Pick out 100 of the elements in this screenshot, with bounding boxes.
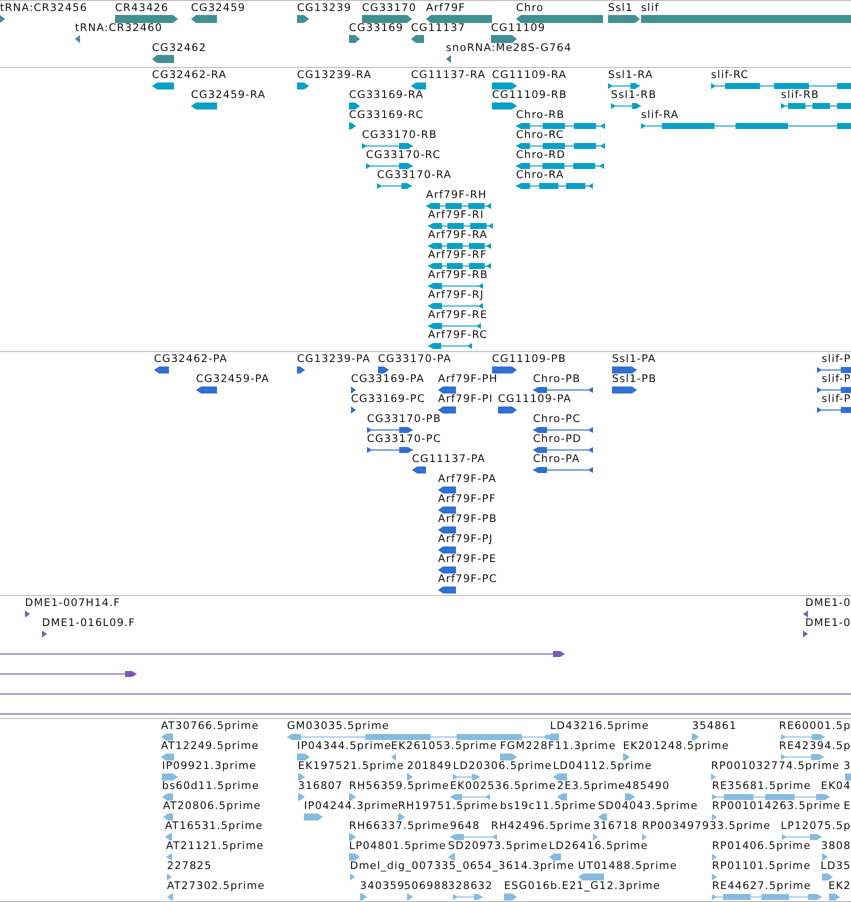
- feature-arrow-icon[interactable]: [492, 82, 517, 90]
- feature-arrow-icon[interactable]: [42, 630, 47, 638]
- feature-label: Arf79F-RC: [428, 329, 488, 341]
- feature-label: 227825: [167, 860, 212, 872]
- feature-label: 340359: [360, 880, 405, 892]
- feature-label: LP04801.5prime: [349, 840, 446, 852]
- feature-arrow-icon[interactable]: [349, 122, 356, 130]
- feature-arrow-icon[interactable]: [608, 15, 640, 23]
- feature-arrow-icon[interactable]: [817, 386, 851, 394]
- feature-arrow-icon[interactable]: [438, 546, 456, 554]
- feature-arrow-icon[interactable]: [426, 15, 492, 23]
- feature-arrow-icon[interactable]: [367, 446, 413, 454]
- feature-line[interactable]: [0, 670, 137, 678]
- feature-arrow-icon[interactable]: [438, 386, 456, 394]
- feature-arrow-icon[interactable]: [349, 35, 360, 43]
- feature-arrow-icon[interactable]: [516, 162, 604, 170]
- feature-arrow-icon[interactable]: [428, 222, 493, 230]
- feature-arrow-icon[interactable]: [297, 82, 309, 90]
- feature-arrow-icon[interactable]: [611, 102, 641, 110]
- feature-label: CG13239-RA: [297, 69, 372, 81]
- feature-arrow-icon[interactable]: [492, 366, 517, 374]
- feature-arrow-icon[interactable]: [351, 386, 356, 394]
- feature-arrow-icon[interactable]: [428, 342, 472, 350]
- feature-arrow-icon[interactable]: [428, 302, 483, 310]
- feature-arrow-icon[interactable]: [612, 366, 637, 374]
- feature-arrow-icon[interactable]: [367, 426, 413, 434]
- feature-arrow-icon[interactable]: [498, 406, 517, 414]
- feature-label: Arf79F-RF: [428, 249, 487, 261]
- feature-arrow-icon[interactable]: [612, 386, 637, 394]
- feature-arrow-icon[interactable]: [366, 162, 413, 170]
- feature-arrow-icon[interactable]: [428, 322, 481, 330]
- feature-arrow-icon[interactable]: [115, 15, 178, 23]
- feature-arrow-icon[interactable]: [297, 366, 305, 374]
- feature-arrow-icon[interactable]: [438, 586, 456, 594]
- feature-arrow-icon[interactable]: [426, 202, 491, 210]
- feature-arrow-icon[interactable]: [438, 566, 456, 574]
- feature-arrow-icon[interactable]: [378, 366, 389, 374]
- feature-arrow-icon[interactable]: [491, 35, 517, 43]
- feature-arrow-icon[interactable]: [533, 466, 593, 474]
- feature-arrow-icon[interactable]: [411, 35, 424, 43]
- feature-arrow-icon[interactable]: [711, 82, 851, 90]
- feature-arrow-icon[interactable]: [438, 506, 456, 514]
- feature-label: slif-P: [822, 353, 851, 365]
- feature-arrow-icon[interactable]: [154, 366, 169, 374]
- feature-arrow-icon[interactable]: [438, 526, 456, 534]
- feature-label: RH19751.5prime: [398, 800, 498, 812]
- feature-arrow-icon[interactable]: [641, 122, 851, 130]
- feature-label: CG11109: [491, 22, 546, 34]
- feature-arrow-icon[interactable]: [152, 55, 174, 63]
- feature-arrow-icon[interactable]: [428, 242, 491, 250]
- feature-arrow-icon[interactable]: [0, 15, 5, 23]
- feature-label: CG33169: [349, 22, 404, 34]
- feature-arrow-icon[interactable]: [411, 82, 426, 90]
- feature-arrow-icon[interactable]: [516, 15, 603, 23]
- feature-arrow-icon[interactable]: [516, 182, 593, 190]
- feature-label: AT20806.5prime: [163, 800, 261, 812]
- feature-arrow-icon[interactable]: [428, 282, 483, 290]
- feature-line[interactable]: [0, 650, 565, 658]
- feature-arrow-icon[interactable]: [533, 426, 593, 434]
- feature-arrow-icon[interactable]: [803, 630, 808, 638]
- feature-label: slif-RA: [641, 109, 679, 121]
- feature-arrow-icon[interactable]: [191, 15, 217, 23]
- feature-label: CG32459: [191, 2, 246, 14]
- feature-label: tRNA:CR32460: [75, 22, 162, 34]
- feature-label: 485490: [625, 780, 670, 792]
- feature-label: Arf79F-PC: [438, 573, 498, 585]
- feature-arrow-icon[interactable]: [152, 82, 174, 90]
- feature-arrow-icon[interactable]: [351, 406, 356, 414]
- feature-label: Arf79F-PI: [438, 393, 494, 405]
- feature-arrow-icon[interactable]: [377, 182, 412, 190]
- feature-label: SD20973.5prime: [448, 840, 548, 852]
- feature-arrow-icon[interactable]: [297, 15, 309, 23]
- feature-arrow-icon[interactable]: [533, 386, 593, 394]
- feature-arrow-icon[interactable]: [196, 386, 217, 394]
- feature-arrow-icon[interactable]: [349, 102, 360, 110]
- feature-arrow-icon[interactable]: [446, 55, 451, 63]
- feature-arrow-icon[interactable]: [803, 610, 808, 618]
- feature-arrow-icon[interactable]: [428, 262, 491, 270]
- feature-label: Chro-RA: [516, 169, 564, 181]
- feature-arrow-icon[interactable]: [438, 486, 456, 494]
- feature-arrow-icon[interactable]: [533, 446, 593, 454]
- feature-arrow-icon[interactable]: [516, 122, 605, 130]
- feature-label: EK04: [820, 780, 851, 792]
- feature-label: Dmel_dig_007335_0654_3614.3prime: [350, 860, 575, 872]
- feature-arrow-icon[interactable]: [362, 15, 412, 23]
- feature-arrow-icon[interactable]: [191, 102, 217, 110]
- feature-label: CG32459-RA: [191, 89, 266, 101]
- feature-arrow-icon[interactable]: [412, 466, 426, 474]
- feature-arrow-icon[interactable]: [516, 142, 605, 150]
- feature-arrow-icon[interactable]: [362, 142, 413, 150]
- feature-arrow-icon[interactable]: [75, 35, 80, 43]
- feature-arrow-icon[interactable]: [608, 82, 640, 90]
- feature-arrow-icon[interactable]: [438, 406, 456, 414]
- feature-label: Ssl1-PA: [612, 353, 656, 365]
- feature-arrow-icon[interactable]: [817, 366, 851, 374]
- feature-label: Arf79F-PJ: [438, 533, 494, 545]
- feature-arrow-icon[interactable]: [25, 610, 30, 618]
- feature-arrow-icon[interactable]: [781, 102, 851, 110]
- feature-arrow-icon[interactable]: [492, 102, 517, 110]
- feature-arrow-icon[interactable]: [817, 406, 851, 414]
